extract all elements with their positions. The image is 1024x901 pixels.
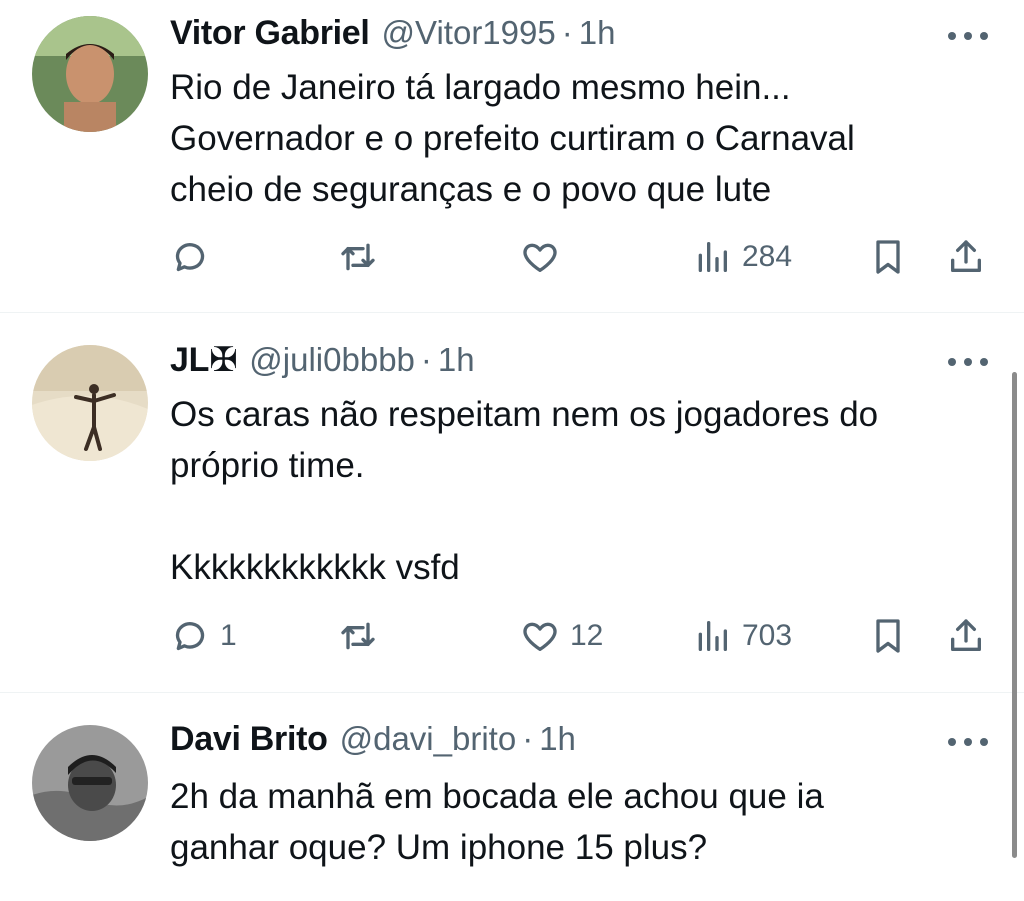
bookmark-icon — [876, 240, 900, 274]
tweet-text: Rio de Janeiro tá largado mesmo hein... … — [170, 62, 984, 215]
tweet[interactable]: Davi Brito @davi_brito · 1h 2h da manhã … — [0, 693, 1024, 901]
avatar[interactable] — [32, 16, 148, 132]
bookmark-button[interactable] — [868, 611, 908, 661]
tweet-text-line: 2h da manhã em bocada ele achou que ia — [170, 777, 824, 816]
views-icon — [698, 621, 727, 651]
reply-icon — [175, 243, 205, 272]
heart-icon — [523, 243, 557, 272]
like-button[interactable]: 12 — [520, 611, 603, 661]
username[interactable]: @davi_brito — [340, 720, 517, 758]
retweet-icon — [341, 622, 375, 650]
more-icon[interactable] — [948, 732, 988, 752]
tweet-text-line: Governador e o prefeito curtiram o Carna… — [170, 119, 855, 158]
retweet-button[interactable] — [338, 232, 388, 282]
timestamp[interactable]: 1h — [539, 720, 576, 758]
reply-count: 1 — [220, 619, 237, 652]
share-icon — [951, 619, 981, 651]
separator-dot: · — [522, 720, 534, 757]
views-icon — [698, 242, 727, 272]
tweet-text-line: Rio de Janeiro tá largado mesmo hein... — [170, 68, 791, 107]
tweet-actions: 284 — [170, 232, 994, 282]
more-icon[interactable] — [948, 352, 988, 372]
like-count: 12 — [570, 619, 604, 652]
heart-icon — [523, 622, 557, 651]
display-name[interactable]: Vitor Gabriel — [170, 14, 370, 53]
tweet-text-line: Kkkkkkkkkkkk vsfd — [170, 548, 460, 587]
tweet[interactable]: Vitor Gabriel @Vitor1995 · 1h Rio de Jan… — [0, 0, 1024, 312]
retweet-icon — [341, 243, 375, 271]
separator-dot: · — [420, 341, 432, 378]
views-button[interactable]: 703 — [692, 611, 792, 661]
scrollbar[interactable] — [1012, 372, 1017, 858]
avatar-image — [32, 16, 148, 132]
tweet-text-line: ganhar oque? Um iphone 15 plus? — [170, 828, 708, 867]
avatar-image — [32, 725, 148, 841]
tweet-actions: 1 12 703 — [170, 611, 994, 661]
views-count: 284 — [742, 240, 793, 273]
timestamp[interactable]: 1h — [579, 14, 616, 52]
separator-dot: · — [561, 14, 573, 51]
share-button[interactable] — [946, 611, 986, 661]
tweet[interactable]: JL✠ @juli0bbbb · 1h Os caras não respeit… — [0, 313, 1024, 692]
views-count: 703 — [742, 619, 793, 652]
avatar[interactable] — [32, 345, 148, 461]
bookmark-icon — [876, 619, 900, 653]
tweet-text-line: Os caras não respeitam nem os jogadores … — [170, 395, 879, 434]
tweet-text: 2h da manhã em bocada ele achou que ia g… — [170, 771, 984, 873]
tweet-text-line: próprio time. — [170, 446, 365, 485]
retweet-button[interactable] — [338, 611, 388, 661]
username[interactable]: @Vitor1995 — [382, 14, 556, 52]
avatar[interactable] — [32, 725, 148, 841]
timestamp[interactable]: 1h — [438, 341, 475, 379]
tweet-header: Davi Brito @davi_brito · 1h — [170, 720, 944, 760]
username[interactable]: @juli0bbbb — [249, 341, 415, 379]
reply-button[interactable] — [170, 232, 220, 282]
bookmark-button[interactable] — [868, 232, 908, 282]
avatar-image — [32, 345, 148, 461]
share-button[interactable] — [946, 232, 986, 282]
like-button[interactable] — [520, 232, 570, 282]
share-icon — [951, 240, 981, 272]
tweet-text: Os caras não respeitam nem os jogadores … — [170, 389, 984, 593]
reply-button[interactable]: 1 — [170, 611, 237, 661]
display-name[interactable]: JL✠ — [170, 340, 238, 380]
display-name[interactable]: Davi Brito — [170, 720, 328, 759]
tweet-header: Vitor Gabriel @Vitor1995 · 1h — [170, 14, 944, 54]
tweet-header: JL✠ @juli0bbbb · 1h — [170, 340, 944, 380]
reply-icon — [175, 622, 205, 651]
more-icon[interactable] — [948, 26, 988, 46]
tweet-text-line — [170, 491, 984, 542]
views-button[interactable]: 284 — [692, 232, 792, 282]
tweet-text-line: cheio de seguranças e o povo que lute — [170, 170, 772, 209]
